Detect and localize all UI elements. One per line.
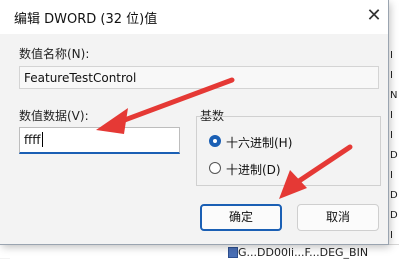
arrow-shaft <box>293 144 353 186</box>
arrow-shaft <box>119 77 235 124</box>
arrow-to-value-data <box>96 77 235 134</box>
arrow-to-ok-button <box>279 144 353 199</box>
arrow-head <box>96 108 128 134</box>
arrow-head <box>279 170 307 199</box>
annotation-arrows <box>96 77 353 199</box>
